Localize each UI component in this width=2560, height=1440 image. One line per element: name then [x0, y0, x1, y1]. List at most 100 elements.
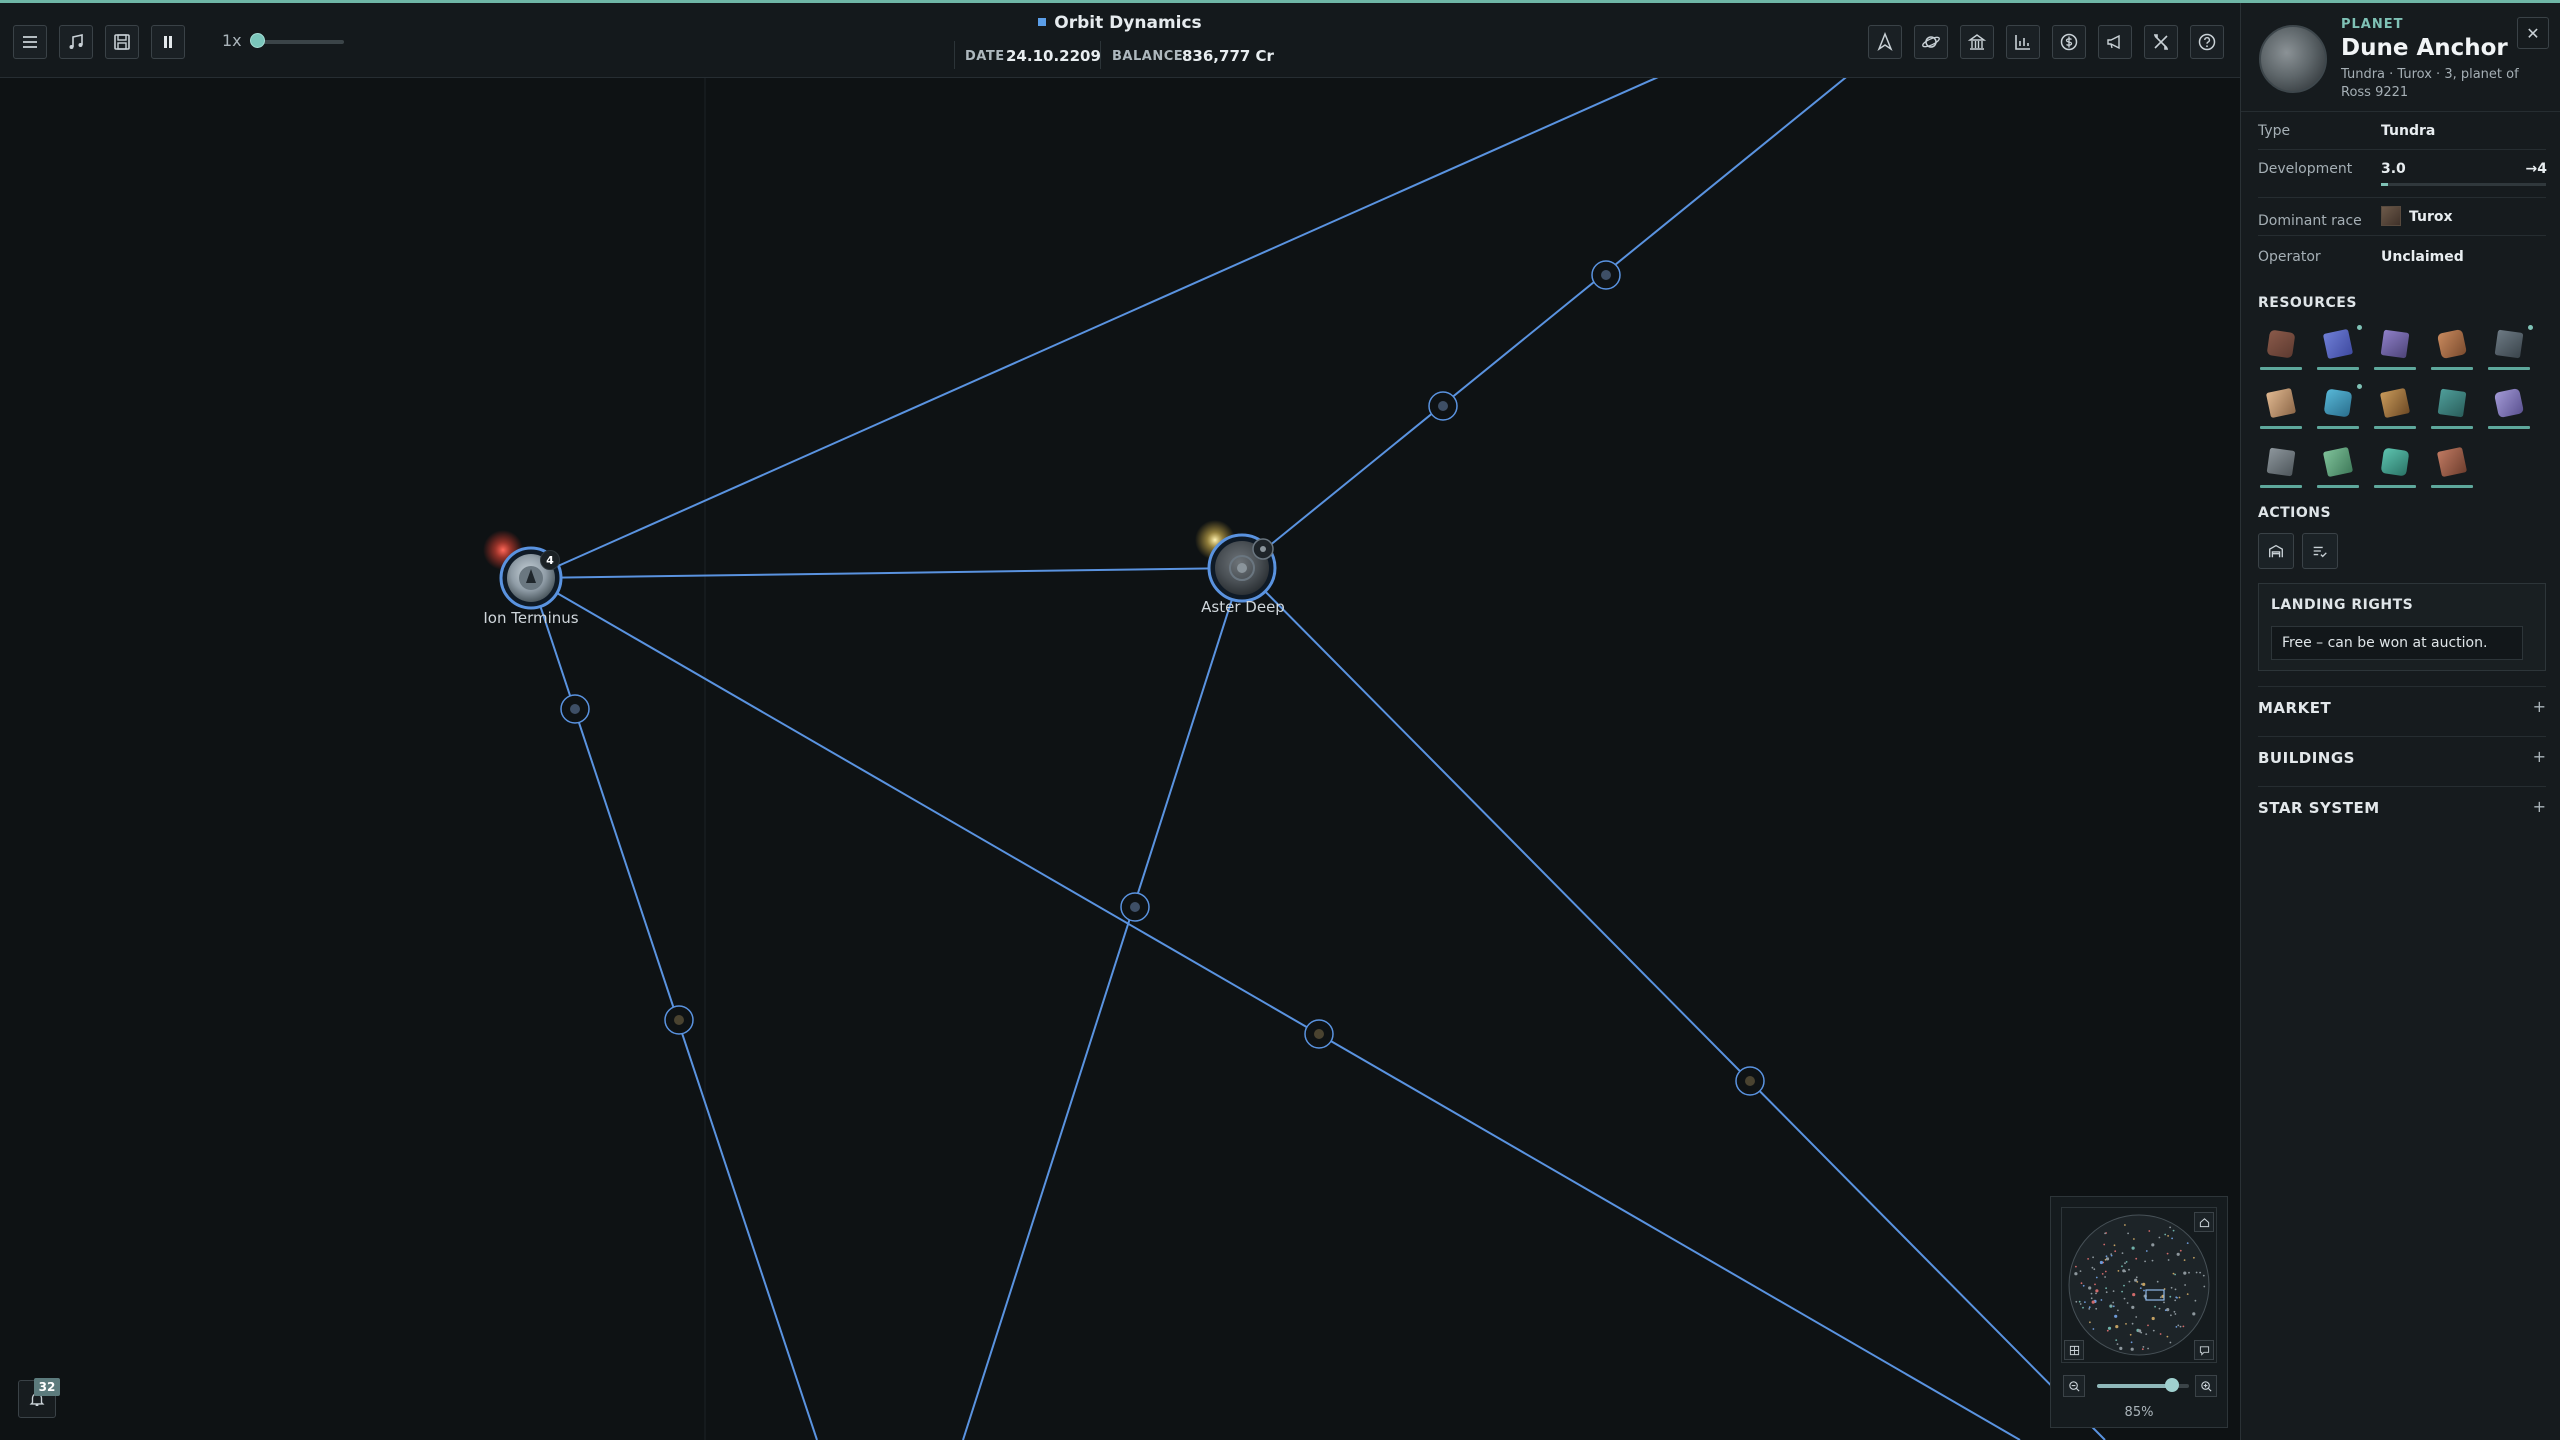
minimap-star	[2112, 1301, 2115, 1304]
minimap-star	[2192, 1312, 2196, 1316]
route-line[interactable]	[962, 567, 1243, 1440]
minimap-center-button[interactable]	[2064, 1340, 2084, 1360]
resource-item[interactable]	[2258, 323, 2304, 375]
minimap-star	[2136, 1281, 2139, 1283]
help-button[interactable]	[2190, 25, 2224, 59]
route-line[interactable]	[530, 567, 1243, 579]
resource-item[interactable]	[2429, 441, 2475, 493]
minimap-chat-button[interactable]	[2194, 1340, 2214, 1360]
minimap-star	[2131, 1305, 2135, 1309]
minimap-star	[2090, 1297, 2093, 1300]
resource-item[interactable]	[2315, 382, 2362, 434]
minimap-star	[2130, 1347, 2134, 1351]
waypoint-marker[interactable]	[1120, 892, 1150, 922]
minimap[interactable]: 85%	[2050, 1196, 2228, 1428]
zoom-slider-thumb[interactable]	[2165, 1378, 2180, 1392]
operator-value: Unclaimed	[2381, 249, 2464, 265]
resource-item[interactable]	[2258, 441, 2304, 493]
galaxy-map[interactable]: 4 Ion Terminus Aster Deep	[0, 78, 2240, 1440]
buildings-section-toggle[interactable]: BUILDINGS +	[2258, 741, 2546, 775]
resource-item[interactable]	[2486, 382, 2532, 434]
zoom-in-button[interactable]	[2195, 1375, 2217, 1397]
zoom-slider-fill	[2097, 1384, 2173, 1388]
route-line[interactable]	[1241, 78, 1850, 569]
waypoint-marker[interactable]	[1304, 1019, 1334, 1049]
resource-item[interactable]	[2258, 382, 2304, 434]
divider	[2258, 736, 2546, 737]
resource-item[interactable]	[2315, 323, 2362, 375]
minimap-star	[2104, 1232, 2106, 1235]
development-progress-fill	[2381, 183, 2388, 186]
minimap-home-button[interactable]	[2194, 1212, 2214, 1232]
minimap-star	[2177, 1324, 2180, 1327]
minimap-star	[2169, 1226, 2171, 1229]
minimap-star	[2104, 1270, 2107, 1273]
save-button[interactable]	[105, 25, 139, 59]
route-network[interactable]	[0, 78, 2240, 1440]
speed-slider-thumb[interactable]	[250, 33, 265, 48]
waypoint-marker[interactable]	[664, 1005, 694, 1035]
planets-button[interactable]	[1914, 25, 1948, 59]
divider	[1100, 41, 1101, 69]
route-line[interactable]	[530, 577, 2021, 1440]
minimap-star	[2183, 1271, 2187, 1275]
advertising-button[interactable]	[2098, 25, 2132, 59]
waypoint-marker[interactable]	[1428, 391, 1458, 421]
market-section-toggle[interactable]: MARKET +	[2258, 691, 2546, 725]
zoom-out-button[interactable]	[2063, 1375, 2085, 1397]
zoom-out-icon	[2068, 1380, 2080, 1392]
tools-button[interactable]	[2144, 25, 2178, 59]
minimap-star	[2131, 1322, 2134, 1325]
minimap-star	[2075, 1300, 2078, 1303]
minimap-star	[2151, 1243, 2155, 1247]
minimap-star	[2175, 1296, 2178, 1299]
resource-item[interactable]	[2486, 323, 2533, 375]
close-icon: ✕	[2526, 23, 2540, 43]
minimap-viewport[interactable]	[2061, 1207, 2217, 1363]
planet-label-ion-terminus[interactable]: Ion Terminus	[483, 609, 578, 627]
waypoint-marker[interactable]	[1591, 260, 1621, 290]
speed-slider-track[interactable]	[252, 40, 344, 44]
minimap-star	[2166, 1335, 2169, 1338]
minimap-star	[2147, 1324, 2149, 1327]
resource-new-indicator	[2528, 325, 2533, 330]
minimap-star	[2125, 1261, 2128, 1263]
minimap-star	[2079, 1270, 2082, 1272]
finance-button[interactable]	[2052, 25, 2086, 59]
minimap-star	[2154, 1305, 2156, 1308]
statistics-button[interactable]	[2006, 25, 2040, 59]
bank-button[interactable]	[1960, 25, 1994, 59]
resource-item[interactable]	[2372, 382, 2418, 434]
star-system-section-toggle[interactable]: STAR SYSTEM +	[2258, 791, 2546, 825]
waypoint-marker[interactable]	[1735, 1066, 1765, 1096]
planet-aster-deep[interactable]	[1195, 520, 1277, 603]
assign-route-button[interactable]	[2302, 533, 2338, 569]
planet-avatar	[2259, 25, 2327, 93]
menu-button[interactable]	[13, 25, 47, 59]
minimap-star	[2156, 1280, 2159, 1283]
minimap-star	[2105, 1255, 2108, 1258]
ships-button[interactable]	[1868, 25, 1902, 59]
help-icon	[2198, 33, 2216, 51]
planet-label-aster-deep[interactable]: Aster Deep	[1201, 598, 1285, 616]
waypoint-marker[interactable]	[560, 694, 590, 724]
pause-button[interactable]	[151, 25, 185, 59]
resource-item[interactable]	[2372, 441, 2418, 493]
music-button[interactable]	[59, 25, 93, 59]
chart-icon	[2015, 35, 2030, 50]
minimap-galaxy[interactable]	[2062, 1208, 2216, 1362]
route-line[interactable]	[1241, 567, 2106, 1440]
resource-level-bar	[2431, 426, 2473, 429]
divider	[2258, 235, 2546, 236]
resource-item[interactable]	[2429, 382, 2475, 434]
resource-item[interactable]	[2315, 441, 2361, 493]
minimap-star	[2167, 1235, 2169, 1237]
resource-item[interactable]	[2429, 323, 2475, 375]
expand-icon: +	[2532, 697, 2546, 716]
route-line[interactable]	[530, 78, 1665, 579]
close-panel-button[interactable]: ✕	[2517, 17, 2549, 49]
trade-routes[interactable]	[530, 78, 2106, 1440]
resource-new-indicator	[2357, 384, 2362, 389]
resource-item[interactable]	[2372, 323, 2418, 375]
build-hangar-button[interactable]	[2258, 533, 2294, 569]
